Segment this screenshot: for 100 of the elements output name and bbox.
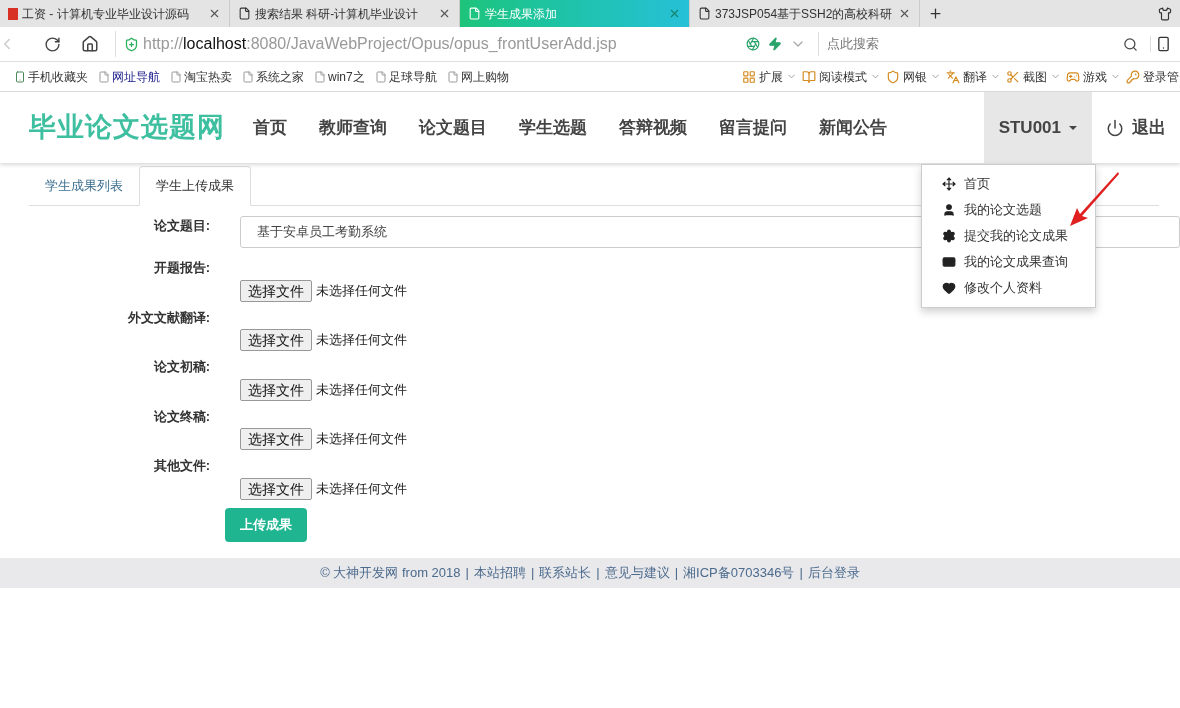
gamepad-icon xyxy=(1066,69,1080,84)
page-icon xyxy=(468,7,481,20)
translate-icon xyxy=(946,69,960,84)
tab-title: 学生成果添加 xyxy=(485,5,558,23)
move-icon xyxy=(942,177,956,191)
toolbar-button[interactable]: 阅读模式 xyxy=(802,67,881,86)
caret-icon xyxy=(1069,125,1077,130)
url-text: http://localhost:8080/JavaWebProject/Opus/opus_frontUserAdd.jsp xyxy=(143,34,617,54)
page-icon xyxy=(238,7,251,20)
aperture-icon[interactable] xyxy=(746,37,760,51)
tab-title: 373JSP054基于SSH2的高校科研 xyxy=(715,5,894,23)
toolbar-label: 扩展 xyxy=(759,68,783,86)
close-icon[interactable] xyxy=(898,7,911,20)
search-field[interactable]: 点此搜索 xyxy=(827,34,1123,54)
choose-file-button[interactable]: 选择文件 xyxy=(240,477,312,500)
nav-link[interactable]: 留言提问 xyxy=(703,114,803,141)
apps-icon xyxy=(742,69,756,84)
field-label: 外文文献翻译: xyxy=(126,308,210,327)
footer-link[interactable]: 意见与建议 xyxy=(604,562,670,583)
footer-link[interactable]: 本站招聘 xyxy=(473,562,526,583)
search-icon[interactable] xyxy=(1123,36,1138,52)
content-tab[interactable]: 学生上传成果 xyxy=(139,166,251,206)
toolbar-label: 网银 xyxy=(903,68,927,86)
choose-file-button[interactable]: 选择文件 xyxy=(240,329,312,351)
toolbar-label: 截图 xyxy=(1023,68,1047,86)
home-icon[interactable] xyxy=(81,35,99,53)
user-icon xyxy=(942,203,956,217)
toolbar-label: 阅读模式 xyxy=(819,68,867,86)
bookmark-link[interactable]: 网址导航 xyxy=(98,67,160,86)
menu-label: 修改个人资料 xyxy=(964,279,1042,298)
page-icon xyxy=(170,70,182,83)
tab-title: 工资 - 计算机专业毕业设计源码 xyxy=(22,5,190,23)
toolbar-button[interactable]: 登录管 xyxy=(1126,67,1179,86)
toolbar-label: 游戏 xyxy=(1083,68,1107,86)
toolbar-button[interactable]: 翻译 xyxy=(946,67,1001,86)
bookmark-link[interactable]: win7之 xyxy=(314,67,365,86)
tab-title: 搜索结果 科研-计算机毕业设计 xyxy=(255,5,420,23)
footer-link[interactable]: 后台登录 xyxy=(807,562,860,583)
user-name: STU001 xyxy=(998,116,1061,139)
close-icon[interactable] xyxy=(208,7,221,20)
shirt-icon[interactable] xyxy=(1158,6,1172,21)
bookmark-link[interactable]: 淘宝热卖 xyxy=(170,67,232,86)
choose-file-button[interactable]: 选择文件 xyxy=(240,378,312,401)
menu-label: 首页 xyxy=(964,175,990,194)
menu-label: 我的论文成果查询 xyxy=(964,253,1068,272)
phone-icon xyxy=(14,70,26,83)
field-label: 论文初稿: xyxy=(152,358,210,376)
address-field[interactable]: http://localhost:8080/JavaWebProject/Opus/opus_frontUserAdd.jsp xyxy=(115,31,806,57)
choose-file-button[interactable]: 选择文件 xyxy=(240,428,312,450)
file-status: 未选择任何文件 xyxy=(316,380,407,399)
toolbar-label: 登录管 xyxy=(1143,68,1179,86)
bookmark-link[interactable]: 网上购物 xyxy=(446,67,509,86)
key-icon xyxy=(1126,69,1140,84)
reload-icon[interactable] xyxy=(44,35,61,53)
toolbar-button[interactable]: 网银 xyxy=(886,67,941,86)
nav-link[interactable]: 教师查询 xyxy=(303,114,403,141)
toolbar-button[interactable]: 截图 xyxy=(1006,67,1061,86)
lightning-icon[interactable] xyxy=(768,37,782,51)
favicon-icon xyxy=(8,7,18,20)
logout-link[interactable]: 退出 xyxy=(1092,92,1180,163)
file-status: 未选择任何文件 xyxy=(316,281,407,300)
bookmark-link[interactable]: 手机收藏夹 xyxy=(14,67,88,86)
field-label: 论文终稿: xyxy=(152,407,210,426)
footer-link[interactable]: 联系站长 xyxy=(539,562,592,583)
page-icon xyxy=(698,7,711,20)
page-icon xyxy=(446,70,459,83)
heart-icon xyxy=(942,281,956,295)
field-label: 其他文件: xyxy=(152,457,210,475)
close-icon[interactable] xyxy=(438,7,451,20)
dropdown-item[interactable]: 首页 xyxy=(922,171,1095,197)
nav-link[interactable]: 首页 xyxy=(237,114,303,141)
annotation-arrow-icon xyxy=(1068,170,1120,228)
settings-icon xyxy=(942,229,956,243)
toolbar-button[interactable]: 扩展 xyxy=(742,67,797,86)
footer-link[interactable]: 湘ICP备0703346号 xyxy=(683,562,795,583)
content-tab[interactable]: 学生成果列表 xyxy=(29,166,139,206)
nav-link[interactable]: 新闻公告 xyxy=(803,114,903,141)
bookmark-link[interactable]: 系统之家 xyxy=(242,67,304,86)
menu-label: 提交我的论文成果 xyxy=(964,227,1068,246)
dropdown-item[interactable]: 我的论文成果查询 xyxy=(922,249,1095,275)
field-label: 开题报告: xyxy=(152,259,210,277)
footer-separator: | xyxy=(674,563,679,582)
user-menu-toggle[interactable]: STU001 xyxy=(983,92,1092,163)
field-label: 论文题目: xyxy=(152,217,210,235)
logout-label: 退出 xyxy=(1132,116,1166,139)
footer-link[interactable]: © 大神开发网 from 2018 xyxy=(320,562,461,583)
nav-link[interactable]: 论文题目 xyxy=(403,114,503,141)
power-icon xyxy=(1106,118,1124,137)
file-status: 未选择任何文件 xyxy=(316,479,407,498)
bookmark-link[interactable]: 足球导航 xyxy=(374,67,437,86)
toolbar-button[interactable]: 游戏 xyxy=(1066,67,1121,86)
dropdown-item[interactable]: 修改个人资料 xyxy=(922,275,1095,301)
nav-link[interactable]: 学生选题 xyxy=(503,114,603,141)
new-tab-icon[interactable] xyxy=(928,6,943,21)
nav-link[interactable]: 答辩视频 xyxy=(603,114,703,141)
phone-icon[interactable] xyxy=(1150,36,1172,52)
toolbar-label: 翻译 xyxy=(963,68,987,86)
choose-file-button[interactable]: 选择文件 xyxy=(240,279,312,302)
footer-separator: | xyxy=(530,563,535,582)
dropdown-item[interactable]: 提交我的论文成果 xyxy=(922,223,1095,249)
